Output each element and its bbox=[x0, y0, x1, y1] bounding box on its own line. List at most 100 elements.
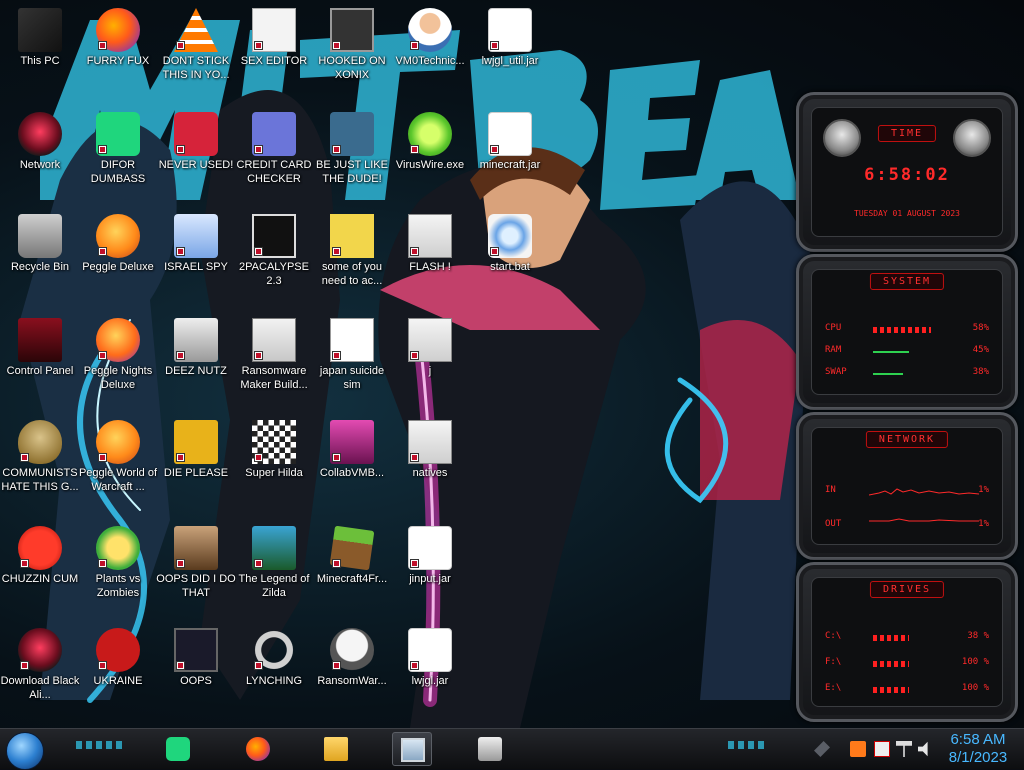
taskbar-clock[interactable]: 6:58 AM 8/1/2023 bbox=[938, 731, 1018, 767]
shortcut-arrow-icon bbox=[332, 145, 341, 154]
desktop-icon[interactable]: This PC bbox=[0, 2, 80, 68]
desktop-icon[interactable]: BE JUST LIKE THE DUDE! bbox=[312, 106, 392, 186]
desktop-icon-label: NEVER USED! bbox=[158, 159, 234, 171]
desktop-icon[interactable]: LYNCHING bbox=[234, 622, 314, 688]
shortcut-arrow-icon bbox=[254, 453, 263, 462]
java-jar-icon bbox=[488, 112, 532, 156]
show-hidden-icons-icon[interactable] bbox=[814, 741, 830, 757]
desktop-icon[interactable]: DONT STICK THIS IN YO... bbox=[156, 2, 236, 82]
taskbar: 6:58 AM 8/1/2023 bbox=[0, 728, 1024, 770]
desktop-icon[interactable]: SEX EDITOR bbox=[234, 2, 314, 68]
taskbar-firefox-button[interactable] bbox=[238, 732, 278, 766]
shortcut-arrow-icon bbox=[176, 41, 185, 50]
desktop-icon[interactable]: lwjgl.jar bbox=[390, 622, 470, 688]
desktop-icon-label: Minecraft4Fr... bbox=[316, 573, 388, 585]
desktop-icon[interactable]: Ransomware Maker Build... bbox=[234, 312, 314, 392]
desktop-icon[interactable]: natives bbox=[390, 414, 470, 480]
green-chat-icon bbox=[96, 112, 140, 156]
desktop-icon[interactable]: VM0Technic... bbox=[390, 2, 470, 68]
desktop-icon-label: DIE PLEASE bbox=[163, 467, 229, 479]
desktop-icon[interactable]: RansomWar... bbox=[312, 622, 392, 688]
desktop-icon[interactable]: UKRAINE bbox=[78, 622, 158, 688]
desktop-icon[interactable]: japan suicide sim bbox=[312, 312, 392, 392]
desktop-icon[interactable]: DIE PLEASE bbox=[156, 414, 236, 480]
desktop-icon[interactable]: Peggle Deluxe bbox=[78, 208, 158, 274]
desktop-icon-label: DIFOR DUMBASS bbox=[90, 159, 146, 185]
taskbar-chat-button[interactable] bbox=[158, 732, 198, 766]
desktop-icon[interactable]: Recycle Bin bbox=[0, 208, 80, 274]
shortcut-arrow-icon bbox=[410, 145, 419, 154]
desktop-icon-label: VirusWire.exe bbox=[395, 159, 465, 171]
desktop-icon[interactable]: HOOKED ON XONIX bbox=[312, 2, 392, 82]
desktop-icon-label: OOPS DID I DO THAT bbox=[156, 573, 236, 599]
shortcut-arrow-icon bbox=[332, 247, 341, 256]
desktop-icon[interactable]: j bbox=[390, 312, 470, 378]
desktop-icon[interactable]: jinput.jar bbox=[390, 520, 470, 586]
network-tray-icon[interactable] bbox=[896, 741, 912, 757]
desktop-icon[interactable]: FLASH ! bbox=[390, 208, 470, 274]
peggle-icon bbox=[96, 214, 140, 258]
peggle-nights-icon bbox=[96, 318, 140, 362]
taskbar-explorer-button[interactable] bbox=[316, 732, 356, 766]
shortcut-arrow-icon bbox=[410, 41, 419, 50]
desktop-icon[interactable]: FURRY FUX bbox=[78, 2, 158, 68]
shortcut-arrow-icon bbox=[98, 145, 107, 154]
volume-icon[interactable] bbox=[918, 741, 928, 757]
desktop-icon[interactable]: start.bat bbox=[470, 208, 550, 274]
tray-app-icon[interactable] bbox=[850, 741, 866, 757]
java-jar-icon bbox=[408, 526, 452, 570]
de-icon bbox=[174, 420, 218, 464]
shortcut-arrow-icon bbox=[176, 145, 185, 154]
desktop-icon[interactable]: CollabVMB... bbox=[312, 414, 392, 480]
desktop-icon-label: The Legend of Zilda bbox=[238, 573, 310, 599]
desktop-icon[interactable]: lwjgl_util.jar bbox=[470, 2, 550, 68]
desktop-icon[interactable]: Peggle Nights Deluxe bbox=[78, 312, 158, 392]
desktop-icon[interactable]: Network bbox=[0, 106, 80, 172]
desktop-icon-label: lwjgl.jar bbox=[411, 675, 449, 687]
desktop-icon[interactable]: The Legend of Zilda bbox=[234, 520, 314, 600]
start-button[interactable] bbox=[6, 732, 44, 770]
system-value: 45% bbox=[972, 345, 989, 355]
desktop-icon[interactable]: ISRAEL SPY bbox=[156, 208, 236, 274]
desktop-icon[interactable]: CHUZZIN CUM bbox=[0, 520, 80, 586]
desktop-icon-label: some of you need to ac... bbox=[321, 261, 383, 287]
desktop-icon[interactable]: DEEZ NUTZ bbox=[156, 312, 236, 378]
desktop-icon[interactable]: COMMUNISTS HATE THIS G... bbox=[0, 414, 80, 494]
shortcut-arrow-icon bbox=[410, 351, 419, 360]
desktop-icon[interactable]: Peggle World of Warcraft ... bbox=[78, 414, 158, 494]
desktop-icon[interactable]: VirusWire.exe bbox=[390, 106, 470, 172]
desktop-icon[interactable]: Minecraft4Fr... bbox=[312, 520, 392, 586]
desktop-icon[interactable]: 2PACALYPSE 2.3 bbox=[234, 208, 314, 288]
desktop-icon-label: Super Hilda bbox=[245, 467, 303, 479]
shortcut-arrow-icon bbox=[254, 351, 263, 360]
desktop-icon-label: CHUZZIN CUM bbox=[1, 573, 79, 585]
clock-date: 8/1/2023 bbox=[948, 749, 1008, 766]
system-widget-title: SYSTEM bbox=[869, 273, 945, 290]
pixel-hilda-icon bbox=[252, 420, 296, 464]
drive-row: C:\ 38 % bbox=[825, 631, 989, 645]
desktop-icon[interactable]: Control Panel bbox=[0, 312, 80, 378]
shortcut-arrow-icon bbox=[490, 145, 499, 154]
taskbar-task-view-button[interactable] bbox=[470, 732, 510, 766]
action-center-flag-icon[interactable] bbox=[874, 741, 890, 757]
desktop-icon[interactable]: OOPS DID I DO THAT bbox=[156, 520, 236, 600]
desktop-icon[interactable]: DIFOR DUMBASS bbox=[78, 106, 158, 186]
shortcut-arrow-icon bbox=[254, 559, 263, 568]
shortcut-arrow-icon bbox=[332, 661, 341, 670]
shortcut-arrow-icon bbox=[176, 247, 185, 256]
desktop-icon[interactable]: some of you need to ac... bbox=[312, 208, 392, 288]
taskbar-monitor-button[interactable] bbox=[392, 732, 432, 766]
credit-card-icon bbox=[252, 112, 296, 156]
network-widget: NETWORK IN 1% OUT 1% bbox=[796, 412, 1018, 560]
desktop-icon[interactable]: minecraft.jar bbox=[470, 106, 550, 172]
drive-usage-bar bbox=[873, 661, 909, 667]
shortcut-arrow-icon bbox=[20, 453, 29, 462]
desktop-icon[interactable]: NEVER USED! bbox=[156, 106, 236, 172]
desktop-icon[interactable]: CREDIT CARD CHECKER bbox=[234, 106, 314, 186]
desktop-icon[interactable]: Download Black Ali... bbox=[0, 622, 80, 702]
peggle-wow-icon bbox=[96, 420, 140, 464]
desktop-icon-label: Peggle Nights Deluxe bbox=[83, 365, 153, 391]
desktop-icon[interactable]: OOPS bbox=[156, 622, 236, 688]
desktop-icon[interactable]: Super Hilda bbox=[234, 414, 314, 480]
desktop-icon[interactable]: Plants vs Zombies bbox=[78, 520, 158, 600]
